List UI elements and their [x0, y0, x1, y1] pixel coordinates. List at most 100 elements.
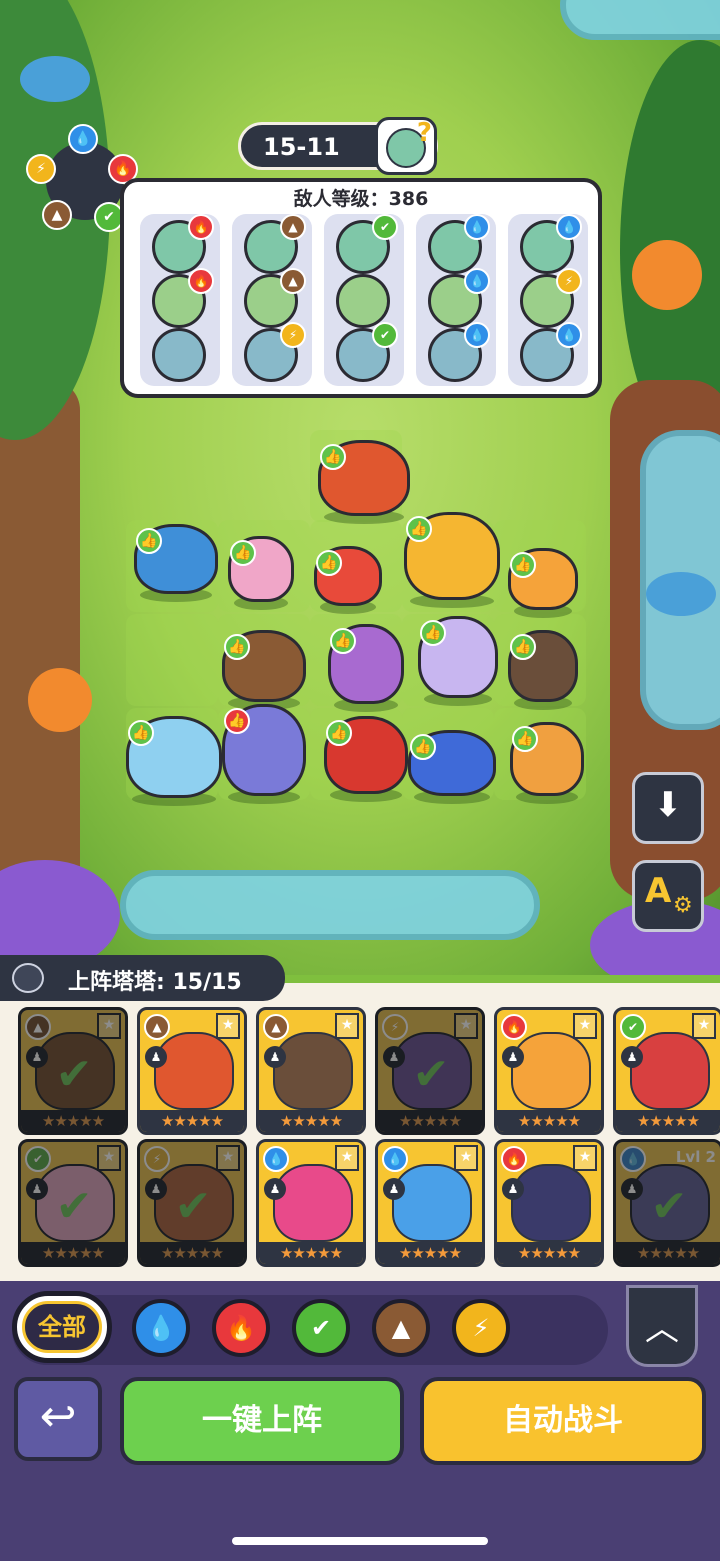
hero-card[interactable]: 💧 ★ ♟ ★★★★★: [375, 1139, 485, 1267]
download-button[interactable]: ⬇: [632, 772, 704, 844]
fire-icon: 🔥: [501, 1146, 527, 1172]
deployed-check-icon: ✔: [650, 1181, 688, 1232]
filter-leaf-button[interactable]: ✔: [292, 1299, 350, 1357]
earth-icon: ▲: [144, 1014, 170, 1040]
enemy-zombie-portrait: [152, 328, 206, 382]
favorite-star-icon: ★: [454, 1145, 478, 1171]
favorite-star-icon: ★: [216, 1013, 240, 1039]
thumbs-up-icon: 👍: [410, 734, 436, 760]
hero-roster: ▲ ★ ♟ ★★★★★ ✔ ▲ ★ ♟ ★★★★★ ▲ ★ ♟ ★★★★★ ⚡ ★…: [0, 983, 720, 1281]
hero-star-rating: ★★★★★: [497, 1242, 601, 1264]
leaf-icon: ✔: [310, 1314, 332, 1342]
hero-portrait: [273, 1164, 353, 1242]
hero-card[interactable]: ⚡ ★ ♟ ★★★★★ ✔: [375, 1007, 485, 1135]
hero-card[interactable]: ▲ ★ ♟ ★★★★★ ✔: [18, 1007, 128, 1135]
enemy-column: 💧 💧 💧: [416, 214, 496, 386]
stage-level: 15-11: [263, 133, 340, 161]
hero-card[interactable]: ▲ ★ ♟ ★★★★★: [137, 1007, 247, 1135]
role-icon: ♟: [383, 1046, 405, 1068]
download-icon: ⬇: [653, 785, 683, 825]
favorite-star-icon: ★: [573, 1013, 597, 1039]
auto-settings-button[interactable]: A ⚙: [632, 860, 704, 932]
thumbs-up-icon: 👍: [512, 726, 538, 752]
enemy-column: ▲ ▲ ⚡: [232, 214, 312, 386]
thumbs-up-icon: 👍: [510, 552, 536, 578]
water-icon: 💧: [620, 1146, 646, 1172]
purple-flower-left: [0, 860, 120, 970]
home-indicator[interactable]: [232, 1537, 488, 1545]
auto-settings-icon: A: [645, 871, 672, 911]
thunder-icon: ⚡: [26, 154, 56, 184]
water-icon: 💧: [464, 322, 490, 348]
return-arrow-icon: ↩: [39, 1391, 77, 1442]
hero-card[interactable]: ✔ ★ ♟ ★★★★★ ✔: [18, 1139, 128, 1267]
zombie-question-icon[interactable]: ?: [375, 117, 437, 175]
hero-level: Lvl 2: [675, 1148, 716, 1166]
hero-card[interactable]: ✔ ★ ♟ ★★★★★: [613, 1007, 720, 1135]
mushroom-left: [20, 56, 90, 102]
thunder-icon: ⚡: [556, 268, 582, 294]
thumbs-down-icon: 👍: [224, 708, 250, 734]
hero-star-rating: ★★★★★: [140, 1110, 244, 1132]
favorite-star-icon: ★: [573, 1145, 597, 1171]
filter-earth-button[interactable]: ▲: [372, 1299, 430, 1357]
favorite-star-icon: ★: [216, 1145, 240, 1171]
enemy-preview-panel: 敌人等级：386 🔥 🔥 ▲ ▲ ⚡ ✔ ✔ 💧 💧 💧 💧 ⚡ 💧: [120, 178, 602, 398]
stage-indicator: 15-11 ?: [238, 117, 438, 175]
role-icon: ♟: [264, 1046, 286, 1068]
deployed-check-icon: ✔: [55, 1181, 93, 1232]
hero-star-rating: ★★★★★: [259, 1110, 363, 1132]
thumbs-up-icon: 👍: [128, 720, 154, 746]
enemy-column: ✔ ✔: [324, 214, 404, 386]
auto-battle-label: 自动战斗: [503, 1403, 623, 1438]
back-button[interactable]: ↩: [14, 1377, 102, 1461]
water-icon: 💧: [382, 1146, 408, 1172]
hero-card[interactable]: 💧 ★ ♟ ★★★★★: [256, 1139, 366, 1267]
earth-icon: ▲: [280, 268, 306, 294]
fire-icon: 🔥: [226, 1314, 256, 1342]
hero-card[interactable]: 💧 ♟ ★★★★★ ✔ Lvl 2: [613, 1139, 720, 1267]
hero-star-rating: ★★★★★: [378, 1242, 482, 1264]
hero-card[interactable]: ⚡ ★ ♟ ★★★★★ ✔: [137, 1139, 247, 1267]
thunder-icon: ⚡: [144, 1146, 170, 1172]
hero-portrait: [630, 1032, 710, 1110]
hero-portrait: [511, 1164, 591, 1242]
filter-all-button[interactable]: 全部: [12, 1291, 112, 1363]
mushroom-right: [646, 572, 716, 616]
earth-icon: ▲: [42, 200, 72, 230]
fire-icon: 🔥: [501, 1014, 527, 1040]
water-icon: 💧: [68, 124, 98, 154]
fire-icon: 🔥: [188, 214, 214, 240]
role-icon: ♟: [502, 1178, 524, 1200]
deployed-count-text: 上阵塔塔: 15/15: [68, 970, 242, 995]
hero-star-rating: ★★★★★: [21, 1110, 125, 1132]
water-icon: 💧: [556, 214, 582, 240]
auto-battle-button[interactable]: 自动战斗: [420, 1377, 706, 1465]
hero-card[interactable]: ▲ ★ ♟ ★★★★★: [256, 1007, 366, 1135]
thumbs-up-icon: 👍: [326, 720, 352, 746]
leaf-icon: ✔: [620, 1014, 646, 1040]
hero-card[interactable]: 🔥 ★ ♟ ★★★★★: [494, 1139, 604, 1267]
deployed-check-icon: ✔: [55, 1049, 93, 1100]
one-click-deploy-button[interactable]: 一键上阵: [120, 1377, 404, 1465]
water-icon: 💧: [146, 1314, 176, 1342]
thumbs-up-icon: 👍: [510, 634, 536, 660]
hero-card[interactable]: 🔥 ★ ♟ ★★★★★: [494, 1007, 604, 1135]
river-bottom: [120, 870, 540, 940]
collapse-roster-button[interactable]: ︿: [626, 1285, 698, 1367]
hero-star-rating: ★★★★★: [497, 1110, 601, 1132]
water-icon: 💧: [263, 1146, 289, 1172]
favorite-star-icon: ★: [97, 1013, 121, 1039]
water-icon: 💧: [464, 268, 490, 294]
favorite-star-icon: ★: [335, 1013, 359, 1039]
filter-all-label: 全部: [22, 1301, 102, 1353]
hero-star-rating: ★★★★★: [140, 1242, 244, 1264]
filter-thunder-button[interactable]: ⚡: [452, 1299, 510, 1357]
filter-water-button[interactable]: 💧: [132, 1299, 190, 1357]
filter-fire-button[interactable]: 🔥: [212, 1299, 270, 1357]
role-icon: ♟: [502, 1046, 524, 1068]
fire-icon: 🔥: [188, 268, 214, 294]
thunder-icon: ⚡: [280, 322, 306, 348]
thumbs-up-icon: 👍: [330, 628, 356, 654]
chevron-up-icon: ︿: [645, 1309, 679, 1349]
